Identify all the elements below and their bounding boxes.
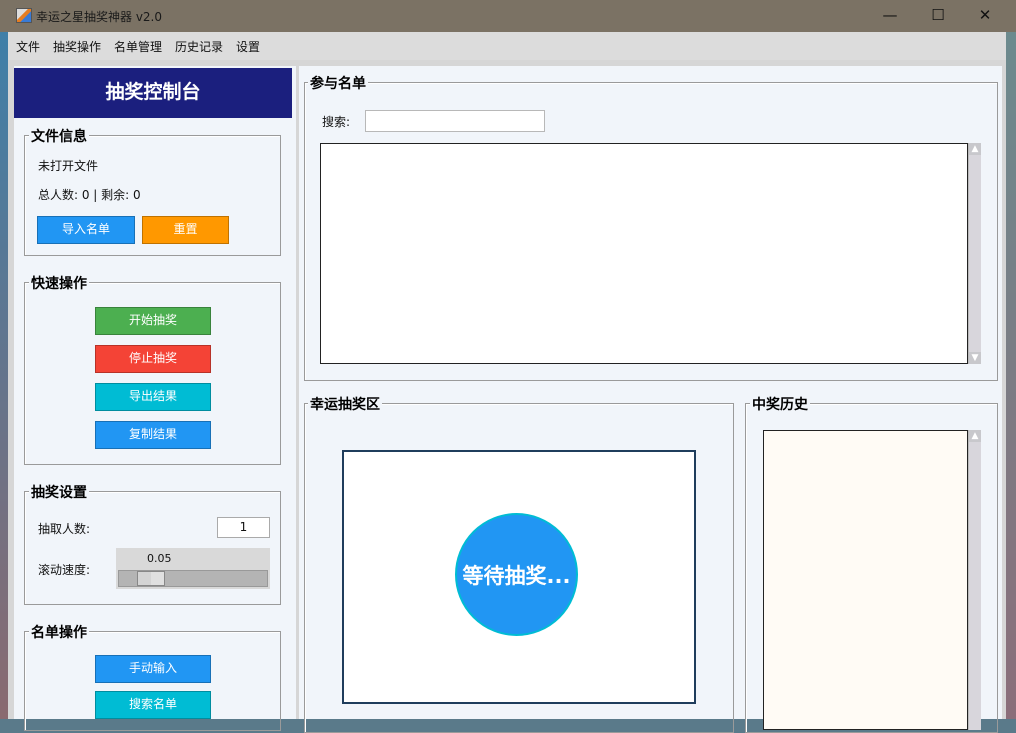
maximize-button[interactable]: ☐: [915, 0, 961, 32]
participants-legend: 参与名单: [308, 73, 368, 93]
stop-draw-button[interactable]: 停止抽奖: [95, 345, 211, 373]
draw-area-legend: 幸运抽奖区: [308, 394, 382, 414]
history-scrollbar[interactable]: ▲: [968, 430, 981, 730]
search-input[interactable]: [365, 110, 545, 132]
history-legend: 中奖历史: [750, 394, 810, 414]
file-info-legend: 文件信息: [29, 126, 89, 146]
sidebar-title: 抽奖控制台: [14, 68, 292, 118]
draw-count-label: 抽取人数:: [38, 520, 90, 537]
copy-results-button[interactable]: 复制结果: [95, 421, 211, 449]
menu-settings[interactable]: 设置: [236, 38, 260, 55]
participants-scrollbar[interactable]: ▲ ▼: [968, 143, 981, 364]
file-status: 未打开文件: [38, 157, 98, 174]
draw-settings-legend: 抽奖设置: [29, 482, 89, 502]
scroll-down-icon[interactable]: ▼: [969, 352, 981, 364]
reset-button[interactable]: 重置: [142, 216, 229, 244]
search-list-button[interactable]: 搜索名单: [95, 691, 211, 719]
scroll-up-icon[interactable]: ▲: [969, 430, 981, 442]
count-status: 总人数: 0 | 剩余: 0: [38, 186, 141, 203]
minimize-button[interactable]: —: [867, 0, 913, 32]
list-ops-legend: 名单操作: [29, 622, 89, 642]
draw-count-input[interactable]: 1: [217, 517, 270, 538]
menu-history[interactable]: 历史记录: [175, 38, 223, 55]
title-bar: 幸运之星抽奖神器 v2.0 — ☐ ✕: [0, 0, 1016, 32]
desktop-background: [0, 32, 8, 719]
export-results-button[interactable]: 导出结果: [95, 383, 211, 411]
menu-list[interactable]: 名单管理: [114, 38, 162, 55]
window-title: 幸运之星抽奖神器 v2.0: [36, 8, 162, 25]
panel-divider: [296, 66, 299, 719]
import-list-button[interactable]: 导入名单: [37, 216, 135, 244]
quick-ops-legend: 快速操作: [29, 273, 89, 293]
menu-file[interactable]: 文件: [16, 38, 40, 55]
desktop-background: [1006, 32, 1016, 719]
menu-bar: 文件 抽奖操作 名单管理 历史记录 设置: [8, 32, 1006, 60]
manual-input-button[interactable]: 手动输入: [95, 655, 211, 683]
menu-draw[interactable]: 抽奖操作: [53, 38, 101, 55]
scroll-up-icon[interactable]: ▲: [969, 143, 981, 155]
speed-slider[interactable]: 0.05: [116, 548, 270, 589]
speed-value: 0.05: [147, 552, 172, 565]
history-listbox[interactable]: [763, 430, 968, 730]
search-label: 搜索:: [322, 113, 350, 130]
speed-label: 滚动速度:: [38, 561, 90, 578]
draw-status-circle: 等待抽奖...: [455, 513, 578, 636]
start-draw-button[interactable]: 开始抽奖: [95, 307, 211, 335]
close-button[interactable]: ✕: [962, 0, 1008, 32]
participants-listbox[interactable]: [320, 143, 968, 364]
slider-handle[interactable]: [137, 571, 165, 586]
app-icon: [16, 8, 32, 23]
